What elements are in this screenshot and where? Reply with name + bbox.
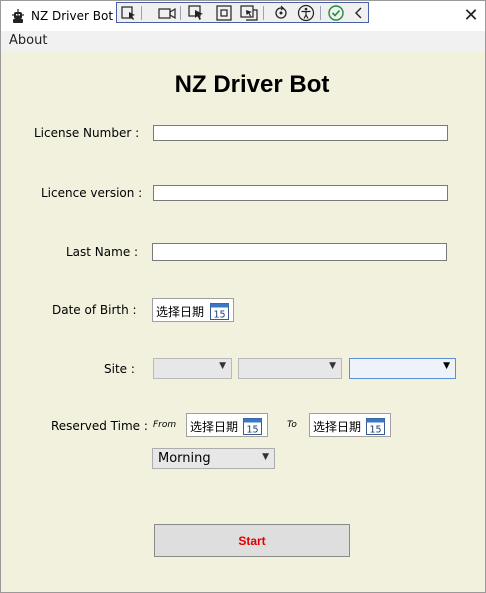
box-icon[interactable] <box>215 4 233 22</box>
title-bar: NZ Driver Bot ✕ <box>1 1 485 31</box>
reserved-time-label: Reserved Time : <box>51 419 148 433</box>
last-name-input[interactable] <box>152 243 447 261</box>
site-combo-2[interactable]: ▼ <box>238 358 342 379</box>
last-name-label: Last Name : <box>66 245 139 259</box>
select-element-icon[interactable] <box>120 4 138 22</box>
to-label: To <box>287 420 297 430</box>
chevron-down-icon: ▼ <box>443 361 450 371</box>
toolbar-separator <box>180 6 181 20</box>
time-slot-value: Morning <box>158 451 211 466</box>
start-button[interactable]: Start <box>154 524 350 557</box>
date-placeholder: 选择日期 <box>156 305 205 319</box>
check-icon[interactable] <box>327 4 345 22</box>
hot-reload-icon[interactable] <box>272 4 290 22</box>
chevron-down-icon: ▼ <box>329 361 336 371</box>
date-placeholder: 选择日期 <box>313 420 362 434</box>
date-of-birth-label: Date of Birth : <box>52 303 137 317</box>
debug-toolbar <box>116 2 369 23</box>
calendar-day-text: 15 <box>213 310 225 321</box>
app-window: NZ Driver Bot ✕ About NZ Driver Bot Lice… <box>0 0 486 593</box>
pointer-icon[interactable] <box>188 4 206 22</box>
calendar-icon[interactable]: 15 <box>366 417 385 435</box>
calendar-icon[interactable]: 15 <box>243 417 262 435</box>
window-title: NZ Driver Bot <box>31 9 114 23</box>
calendar-day-text: 15 <box>246 425 258 436</box>
menu-bar: About <box>1 31 485 51</box>
from-label: From <box>153 420 177 430</box>
start-button-label: Start <box>238 534 266 548</box>
track-focus-icon[interactable] <box>240 4 258 22</box>
toolbar-separator <box>320 6 321 20</box>
accessibility-icon[interactable] <box>297 4 315 22</box>
close-button[interactable]: ✕ <box>457 1 485 31</box>
camera-icon[interactable] <box>158 4 176 22</box>
time-slot-combo[interactable]: Morning ▼ <box>152 448 275 469</box>
date-placeholder: 选择日期 <box>190 420 239 434</box>
date-of-birth-picker[interactable]: 选择日期 15 <box>152 298 234 322</box>
toolbar-separator <box>263 6 264 20</box>
reserved-to-picker[interactable]: 选择日期 15 <box>309 413 391 437</box>
site-combo-3[interactable]: ▼ <box>349 358 456 379</box>
site-combo-1[interactable]: ▼ <box>153 358 232 379</box>
calendar-day-text: 15 <box>369 425 381 436</box>
reserved-from-picker[interactable]: 选择日期 15 <box>186 413 268 437</box>
menu-item-about[interactable]: About <box>9 33 47 48</box>
license-number-input[interactable] <box>153 125 448 141</box>
licence-version-input[interactable] <box>153 185 448 201</box>
chevron-down-icon: ▼ <box>262 452 269 462</box>
collapse-icon[interactable] <box>350 4 368 22</box>
page-title: NZ Driver Bot <box>174 71 330 98</box>
licence-version-label: Licence version : <box>41 186 143 200</box>
toolbar-separator <box>141 6 142 20</box>
license-number-label: License Number : <box>34 126 140 140</box>
chevron-down-icon: ▼ <box>219 361 226 371</box>
calendar-icon[interactable]: 15 <box>210 302 229 320</box>
site-label: Site : <box>104 362 135 376</box>
robot-icon <box>12 9 24 23</box>
